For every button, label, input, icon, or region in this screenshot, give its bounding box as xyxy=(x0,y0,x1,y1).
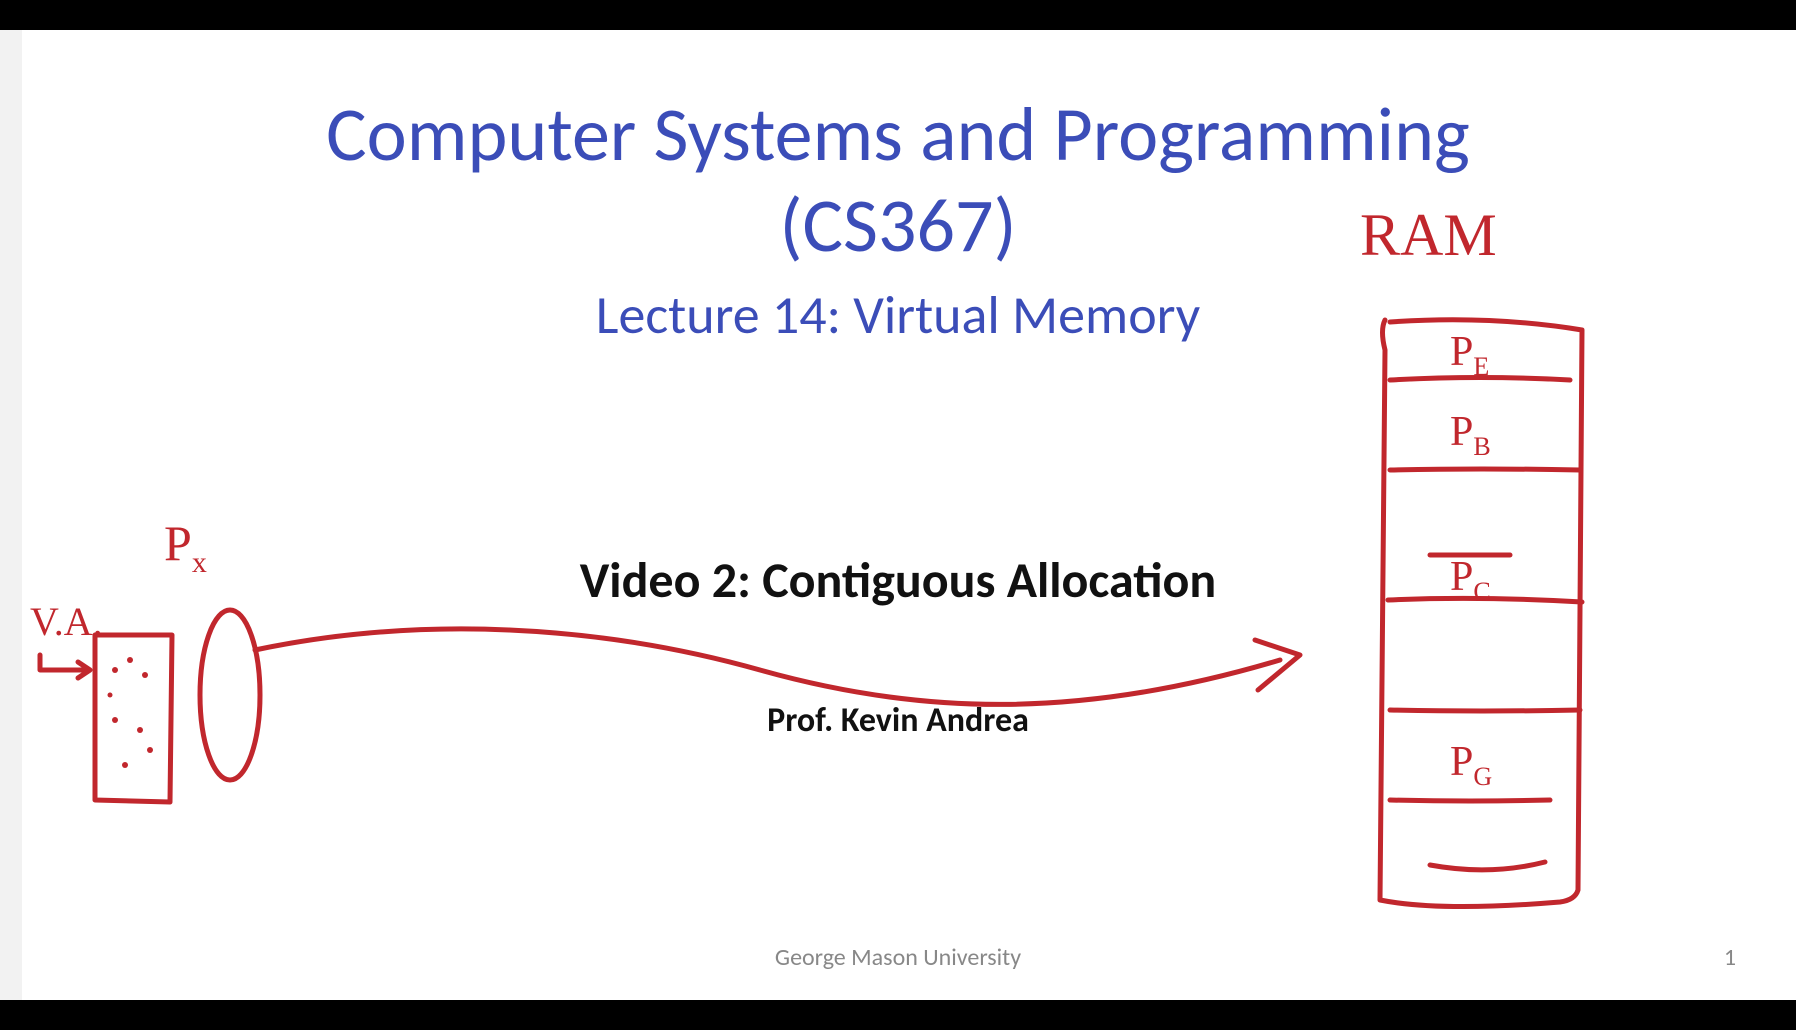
ram-row-label-5: PG xyxy=(1450,739,1492,791)
footer-university: George Mason University xyxy=(0,943,1796,972)
ram-row-label-1: PB xyxy=(1450,409,1491,461)
video-title: Video 2: Contiguous Allocation xyxy=(0,550,1796,611)
title-block: Computer Systems and Programming (CS367)… xyxy=(0,90,1796,348)
ram-box xyxy=(1380,320,1582,907)
allocation-arrow-head xyxy=(1255,640,1300,690)
slide-number: 1 xyxy=(1724,943,1736,972)
course-title-line1: Computer Systems and Programming xyxy=(0,90,1796,181)
course-title-line2: (CS367) xyxy=(0,181,1796,272)
allocation-arrow xyxy=(255,629,1280,704)
lens-circle xyxy=(200,610,260,780)
professor-name: Prof. Kevin Andrea xyxy=(0,700,1796,741)
slide-stage: Computer Systems and Programming (CS367)… xyxy=(0,30,1796,1000)
lecture-subtitle: Lecture 14: Virtual Memory xyxy=(0,282,1796,348)
